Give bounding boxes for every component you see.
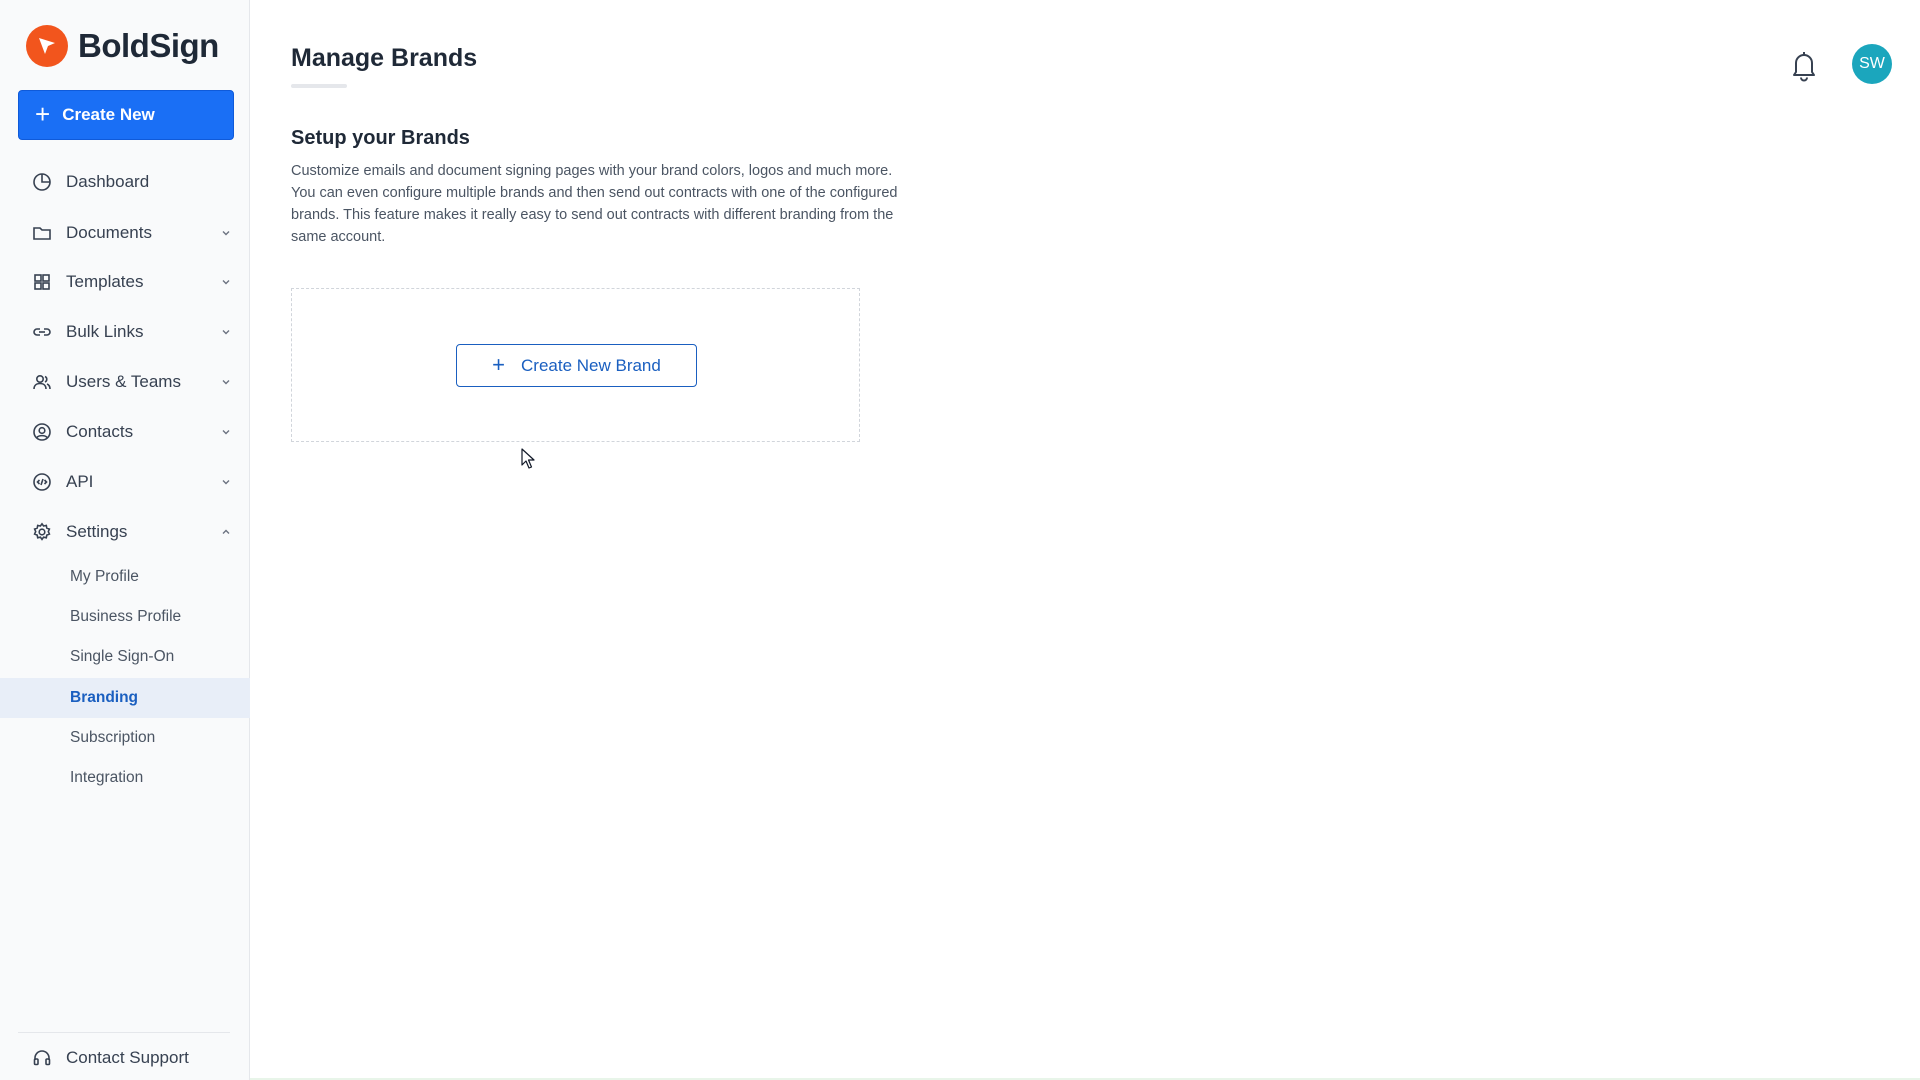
chevron-down-icon: [222, 231, 230, 236]
section-title: Setup your Brands: [291, 127, 470, 149]
settings-item-label: My Profile: [70, 568, 139, 585]
notification-bell-icon[interactable]: [1788, 48, 1820, 82]
sidebar-item-label: Templates: [66, 272, 144, 291]
plus-icon: +: [35, 99, 51, 129]
api-icon: [32, 472, 52, 492]
plus-icon: +: [492, 351, 505, 377]
sidebar: BoldSign + Create New Dashboard Document…: [0, 0, 250, 1080]
sidebar-divider: [18, 1032, 230, 1033]
settings-item-subscription[interactable]: Subscription: [0, 718, 250, 758]
boldsign-logo[interactable]: BoldSign: [26, 24, 219, 68]
sidebar-item-documents[interactable]: Documents: [0, 213, 250, 253]
create-new-brand-button[interactable]: + Create New Brand: [456, 344, 697, 387]
grid-icon: [32, 272, 52, 292]
settings-item-label: Branding: [70, 689, 139, 706]
create-new-brand-label: Create New Brand: [521, 355, 661, 375]
folder-icon: [32, 223, 52, 243]
sidebar-item-contacts[interactable]: Contacts: [0, 412, 250, 452]
sidebar-item-label: Settings: [66, 522, 128, 541]
brand-placeholder-box: + Create New Brand: [291, 288, 860, 442]
chevron-down-icon: [222, 430, 230, 435]
users-icon: [32, 372, 52, 392]
sidebar-item-label: Dashboard: [66, 172, 150, 191]
avatar-initials: SW: [1859, 55, 1885, 72]
sidebar-item-label: Bulk Links: [66, 322, 144, 341]
description-line: Customize emails and document signing pa…: [291, 163, 893, 179]
description-line: You can even configure multiple brands a…: [291, 185, 898, 201]
settings-item-label: Business Profile: [70, 608, 182, 625]
description-line: same account.: [291, 229, 386, 245]
create-new-button[interactable]: + Create New: [18, 90, 234, 140]
sidebar-item-users-teams[interactable]: Users & Teams: [0, 362, 250, 402]
gear-icon: [32, 522, 52, 542]
headset-icon: [32, 1048, 52, 1068]
chevron-up-icon: [222, 529, 230, 534]
contact-icon: [32, 422, 52, 442]
sidebar-item-label: Users & Teams: [66, 372, 181, 391]
sidebar-item-bulk-links[interactable]: Bulk Links: [0, 312, 250, 352]
settings-item-branding[interactable]: Branding: [0, 678, 250, 718]
contact-support-link[interactable]: Contact Support: [0, 1038, 250, 1078]
chevron-down-icon: [222, 280, 230, 285]
chevron-down-icon: [222, 330, 230, 335]
settings-item-my-profile[interactable]: My Profile: [0, 557, 250, 597]
settings-item-integration[interactable]: Integration: [0, 758, 250, 798]
section-description: Customize emails and document signing pa…: [291, 160, 991, 248]
create-new-label: Create New: [62, 105, 155, 124]
chevron-down-icon: [222, 380, 230, 385]
sidebar-item-label: API: [66, 472, 94, 491]
sidebar-item-api[interactable]: API: [0, 462, 250, 502]
description-line: brands. This feature makes it really eas…: [291, 207, 894, 223]
settings-item-label: Single Sign-On: [70, 648, 175, 665]
mouse-cursor-icon: [521, 448, 535, 469]
page-title: Manage Brands: [291, 44, 478, 72]
sidebar-item-dashboard[interactable]: Dashboard: [0, 162, 250, 202]
sidebar-item-label: Documents: [66, 223, 152, 242]
chevron-down-icon: [222, 480, 230, 485]
logo-mark-icon: [26, 25, 68, 67]
settings-item-business-profile[interactable]: Business Profile: [0, 597, 250, 637]
settings-item-single-sign-on[interactable]: Single Sign-On: [0, 637, 250, 677]
sidebar-item-settings[interactable]: Settings: [0, 512, 250, 552]
contact-support-label: Contact Support: [66, 1048, 189, 1067]
sidebar-item-label: Contacts: [66, 422, 134, 441]
user-avatar[interactable]: SW: [1852, 44, 1892, 84]
settings-item-label: Subscription: [70, 729, 156, 746]
settings-item-label: Integration: [70, 769, 144, 786]
link-icon: [32, 322, 52, 342]
dashboard-icon: [32, 172, 52, 192]
sidebar-item-templates[interactable]: Templates: [0, 262, 250, 302]
logo-text: BoldSign: [78, 27, 219, 64]
title-underline: [291, 84, 347, 88]
